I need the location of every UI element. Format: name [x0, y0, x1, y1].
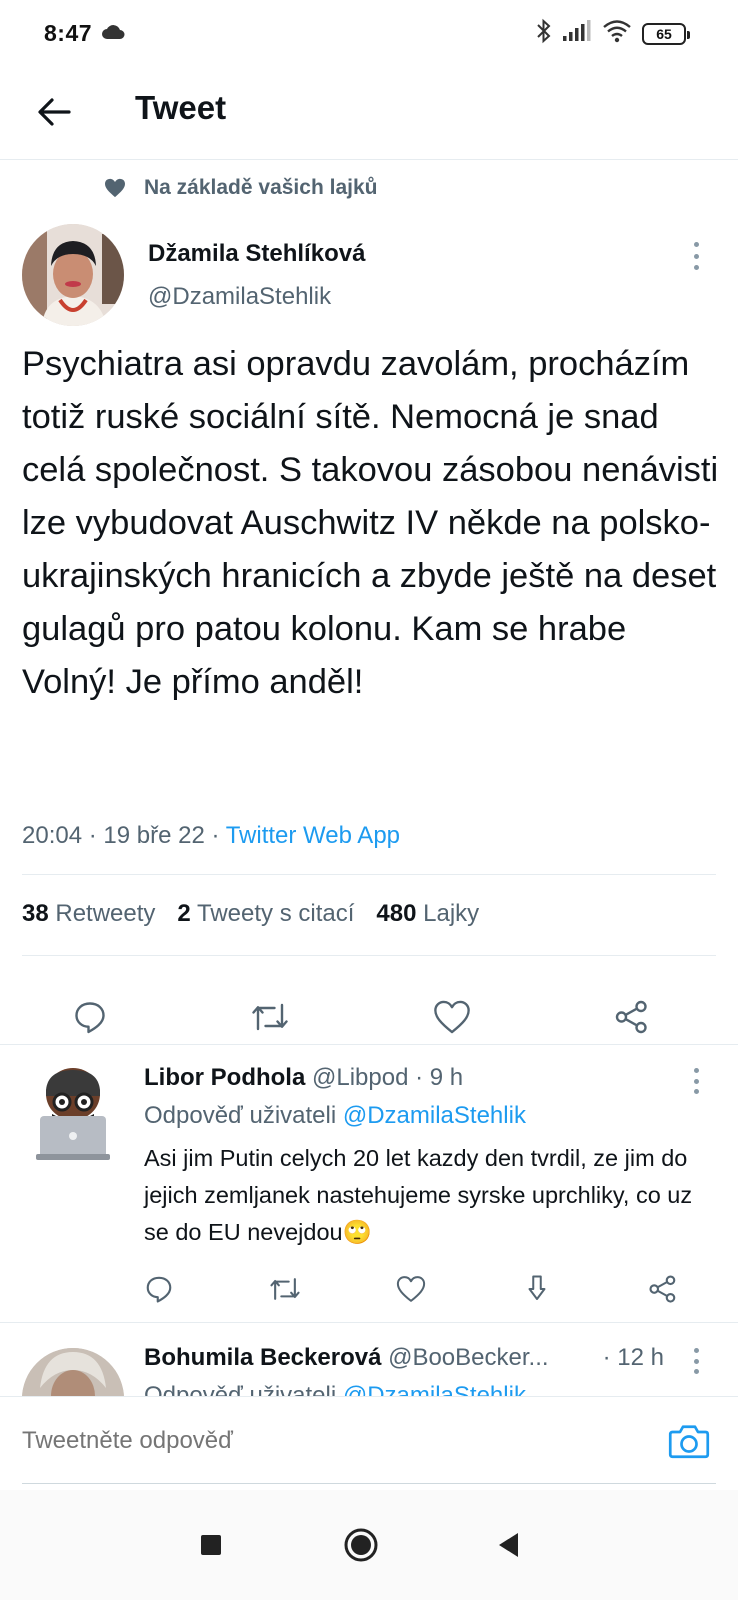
- divider: [0, 1044, 738, 1045]
- status-time: 8:47: [44, 20, 93, 46]
- back-button[interactable]: [30, 88, 78, 136]
- tweet-meta: 20:04 · 19 bře 22 · Twitter Web App: [22, 822, 400, 850]
- arrow-left-icon: [38, 98, 71, 126]
- heart-icon: [396, 1276, 426, 1302]
- tweet-stats: 38 Retweety 2 Tweety s citací 480 Lajky: [22, 900, 479, 928]
- reply-author-name[interactable]: Libor Podhola: [144, 1064, 305, 1091]
- cloud-icon: [101, 24, 125, 45]
- quotes-stat[interactable]: 2 Tweety s citací: [177, 900, 354, 928]
- context-text: Na základě vašich lajků: [144, 176, 378, 199]
- heart-icon: [434, 1000, 470, 1034]
- reply-text: Asi jim Putin celych 20 let kazdy den tv…: [144, 1145, 693, 1245]
- retweet-icon: [270, 1278, 300, 1300]
- divider: [0, 1322, 738, 1323]
- author-handle[interactable]: @DzamilaStehlik: [148, 283, 331, 311]
- likes-stat[interactable]: 480 Lajky: [376, 900, 479, 928]
- share-icon: [615, 1000, 647, 1034]
- back-nav-button[interactable]: [484, 1520, 534, 1570]
- more-options-icon[interactable]: [686, 238, 706, 274]
- reply-handle: @BooBecker...: [381, 1344, 549, 1371]
- reply-avatar[interactable]: [22, 1348, 124, 1396]
- triangle-back-icon: [499, 1533, 518, 1557]
- heart-filled-icon: [105, 178, 125, 198]
- tweet-context: Na základě vašich lajků: [104, 176, 377, 200]
- retweet-button[interactable]: [248, 995, 292, 1039]
- recent-apps-button[interactable]: [186, 1520, 236, 1570]
- retweet-button[interactable]: [266, 1270, 304, 1308]
- app-header: Tweet: [0, 68, 738, 160]
- retweet-icon: [252, 1003, 288, 1031]
- bluetooth-icon: [536, 18, 552, 49]
- reply-icon: [146, 1276, 172, 1303]
- more-options-icon[interactable]: [686, 1066, 706, 1096]
- reply-button[interactable]: [68, 995, 112, 1039]
- tweet-source-link[interactable]: Twitter Web App: [226, 822, 400, 849]
- divider: [22, 955, 716, 956]
- reply-icon: [75, 1002, 105, 1034]
- retweets-stat[interactable]: 38 Retweety: [22, 900, 155, 928]
- compose-underline: [22, 1483, 716, 1484]
- home-button[interactable]: [336, 1520, 386, 1570]
- reply-avatar[interactable]: [22, 1064, 124, 1166]
- reply-button[interactable]: [140, 1270, 178, 1308]
- status-bar: 8:47 65: [0, 0, 738, 68]
- tweet-timestamp: 20:04 · 19 bře 22 ·: [22, 822, 226, 849]
- wifi-icon: [602, 19, 632, 48]
- like-button[interactable]: [392, 1270, 430, 1308]
- reply-compose-bar: [0, 1396, 738, 1488]
- home-circle-icon: [344, 1528, 378, 1562]
- battery-indicator: 65: [642, 22, 690, 45]
- tweet-actions: [0, 995, 738, 1045]
- share-icon: [649, 1275, 676, 1303]
- reply-time: · 12 h: [602, 1344, 664, 1371]
- reply-author-name[interactable]: Bohumila Beckerová: [144, 1344, 381, 1371]
- tweet-text: Psychiatra asi opravdu zavolám, prochází…: [22, 345, 719, 701]
- replying-to: Odpověď uživateli @DzamilaStehlik: [144, 1102, 526, 1129]
- reply-actions: [0, 1270, 738, 1310]
- reply-header: Libor Podhola @Libpod · 9 h: [144, 1064, 463, 1092]
- share-button[interactable]: [644, 1270, 682, 1308]
- replying-to-link[interactable]: @DzamilaStehlik: [343, 1382, 526, 1396]
- square-icon: [201, 1535, 221, 1555]
- camera-icon: [668, 1425, 710, 1459]
- more-options-icon[interactable]: [686, 1346, 706, 1376]
- replying-to: Odpověď uživateli @DzamilaStehlik: [144, 1382, 526, 1396]
- download-button[interactable]: [518, 1270, 556, 1308]
- author-avatar[interactable]: [22, 224, 124, 326]
- system-navbar: [0, 1490, 738, 1600]
- reply-input[interactable]: [22, 1427, 622, 1455]
- signal-icon: [562, 20, 592, 47]
- share-button[interactable]: [610, 995, 654, 1039]
- author-name[interactable]: Džamila Stehlíková: [148, 240, 365, 268]
- reply-item[interactable]: Bohumila Beckerová @BooBecker... · 12 h …: [0, 1328, 738, 1396]
- hand-down-icon: [528, 1275, 546, 1300]
- divider: [22, 874, 716, 875]
- replying-to-link[interactable]: @DzamilaStehlik: [343, 1102, 526, 1129]
- status-icons: 65: [536, 18, 690, 49]
- page-title: Tweet: [135, 89, 227, 126]
- reply-header: Bohumila Beckerová @BooBecker...: [144, 1344, 549, 1372]
- like-button[interactable]: [430, 995, 474, 1039]
- camera-button[interactable]: [668, 1421, 710, 1461]
- reply-handle-time: @Libpod · 9 h: [305, 1064, 464, 1091]
